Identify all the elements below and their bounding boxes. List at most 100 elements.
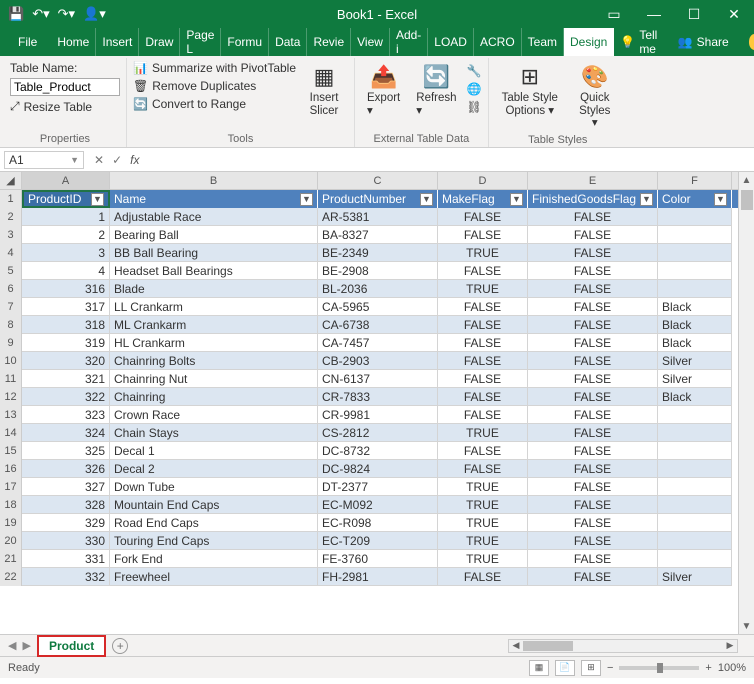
zoom-slider[interactable] [619, 666, 699, 670]
tab-design[interactable]: Design [564, 28, 614, 56]
tab-data[interactable]: Data [269, 28, 307, 56]
cell[interactable]: BA-8327 [318, 226, 438, 244]
view-normal-button[interactable]: ▦ [529, 660, 549, 676]
cell[interactable]: Chainring [110, 388, 318, 406]
cell[interactable]: Chainring Bolts [110, 352, 318, 370]
table-row[interactable]: 8318ML CrankarmCA-6738FALSEFALSEBlack [0, 316, 754, 334]
table-header-color[interactable]: Color▼ [658, 190, 732, 208]
cell[interactable]: FALSE [528, 298, 658, 316]
cell[interactable]: Decal 2 [110, 460, 318, 478]
cell[interactable]: 325 [22, 442, 110, 460]
table-row[interactable]: 14324Chain StaysCS-2812TRUEFALSE [0, 424, 754, 442]
cell[interactable]: FALSE [528, 478, 658, 496]
table-row[interactable]: 21Adjustable RaceAR-5381FALSEFALSE [0, 208, 754, 226]
cell[interactable]: TRUE [438, 514, 528, 532]
cell[interactable]: FALSE [438, 208, 528, 226]
cell[interactable]: CR-9981 [318, 406, 438, 424]
cell[interactable]: FALSE [528, 424, 658, 442]
cell[interactable]: FALSE [438, 262, 528, 280]
cell[interactable]: 331 [22, 550, 110, 568]
row-header[interactable]: 2 [0, 208, 22, 226]
properties-icon[interactable]: 🔧 [467, 64, 482, 78]
cell[interactable]: FALSE [528, 244, 658, 262]
tab-draw[interactable]: Draw [139, 28, 180, 56]
table-row[interactable]: 15325Decal 1DC-8732FALSEFALSE [0, 442, 754, 460]
tab-home[interactable]: Home [51, 28, 96, 56]
cell[interactable] [658, 226, 732, 244]
cell[interactable]: FALSE [438, 568, 528, 586]
cell[interactable]: Adjustable Race [110, 208, 318, 226]
refresh-button[interactable]: 🔄Refresh▾ [410, 60, 462, 119]
table-header-finishedgoodsflag[interactable]: FinishedGoodsFlag▼ [528, 190, 658, 208]
cell[interactable]: FALSE [528, 370, 658, 388]
cell[interactable]: BE-2349 [318, 244, 438, 262]
cell[interactable]: 316 [22, 280, 110, 298]
cell[interactable]: CN-6137 [318, 370, 438, 388]
name-box[interactable]: A1▼ [4, 151, 84, 169]
smiley-icon[interactable] [749, 34, 754, 50]
cell[interactable] [658, 244, 732, 262]
scroll-right-icon[interactable]: ▶ [723, 640, 737, 651]
row-header[interactable]: 12 [0, 388, 22, 406]
cell[interactable]: ML Crankarm [110, 316, 318, 334]
cell[interactable]: FALSE [528, 442, 658, 460]
cell[interactable]: 2 [22, 226, 110, 244]
cell[interactable]: EC-T209 [318, 532, 438, 550]
cell[interactable]: CA-6738 [318, 316, 438, 334]
table-row[interactable]: 22332FreewheelFH-2981FALSEFALSESilver [0, 568, 754, 586]
cell[interactable]: FALSE [528, 208, 658, 226]
cell[interactable] [658, 208, 732, 226]
scroll-left-icon[interactable]: ◀ [509, 640, 523, 651]
scroll-down-icon[interactable]: ▼ [739, 618, 754, 634]
cell[interactable]: 326 [22, 460, 110, 478]
cell[interactable]: Headset Ball Bearings [110, 262, 318, 280]
row-header[interactable]: 14 [0, 424, 22, 442]
row-header[interactable]: 17 [0, 478, 22, 496]
row-header[interactable]: 3 [0, 226, 22, 244]
cell[interactable]: Down Tube [110, 478, 318, 496]
cell[interactable]: FALSE [528, 334, 658, 352]
row-header[interactable]: 5 [0, 262, 22, 280]
table-row[interactable]: 9319HL CrankarmCA-7457FALSEFALSEBlack [0, 334, 754, 352]
sheet-nav-next-icon[interactable]: ▶ [22, 639, 30, 652]
cell[interactable]: FE-3760 [318, 550, 438, 568]
col-header-C[interactable]: C [318, 172, 438, 189]
row-header[interactable]: 8 [0, 316, 22, 334]
cell[interactable]: FALSE [528, 352, 658, 370]
insert-slicer-button[interactable]: ▦ Insert Slicer [300, 60, 348, 119]
cell[interactable]: CR-7833 [318, 388, 438, 406]
cell[interactable]: 324 [22, 424, 110, 442]
cell[interactable]: 330 [22, 532, 110, 550]
cell[interactable]: FALSE [528, 568, 658, 586]
row-header[interactable]: 13 [0, 406, 22, 424]
row-header[interactable]: 10 [0, 352, 22, 370]
select-all-corner[interactable]: ◢ [0, 172, 22, 189]
row-header[interactable]: 4 [0, 244, 22, 262]
close-icon[interactable]: ✕ [714, 6, 754, 23]
resize-table-button[interactable]: ⤢Resize Table [10, 98, 92, 115]
cell[interactable] [658, 550, 732, 568]
remove-duplicates-button[interactable]: 🗑Remove Duplicates [133, 78, 296, 94]
cell[interactable] [658, 280, 732, 298]
tab-insert[interactable]: Insert [96, 28, 139, 56]
tab-acro[interactable]: ACRO [474, 28, 522, 56]
cell[interactable]: EC-M092 [318, 496, 438, 514]
zoom-out-button[interactable]: − [607, 662, 613, 674]
enter-formula-icon[interactable]: ✓ [112, 153, 122, 167]
cell[interactable]: Freewheel [110, 568, 318, 586]
cell[interactable]: 328 [22, 496, 110, 514]
table-row[interactable]: 11321Chainring NutCN-6137FALSEFALSESilve… [0, 370, 754, 388]
summarize-pivot-button[interactable]: 📊Summarize with PivotTable [133, 60, 296, 76]
cell[interactable]: Crown Race [110, 406, 318, 424]
cell[interactable] [658, 442, 732, 460]
save-icon[interactable]: 💾 [8, 6, 24, 22]
cell[interactable]: 322 [22, 388, 110, 406]
table-row[interactable]: 43BB Ball BearingBE-2349TRUEFALSE [0, 244, 754, 262]
cell[interactable]: 329 [22, 514, 110, 532]
cell[interactable] [658, 496, 732, 514]
table-row[interactable]: 12322ChainringCR-7833FALSEFALSEBlack [0, 388, 754, 406]
cell[interactable]: FALSE [438, 316, 528, 334]
formula-input[interactable] [145, 150, 754, 169]
cell[interactable]: 317 [22, 298, 110, 316]
table-header-name[interactable]: Name▼ [110, 190, 318, 208]
